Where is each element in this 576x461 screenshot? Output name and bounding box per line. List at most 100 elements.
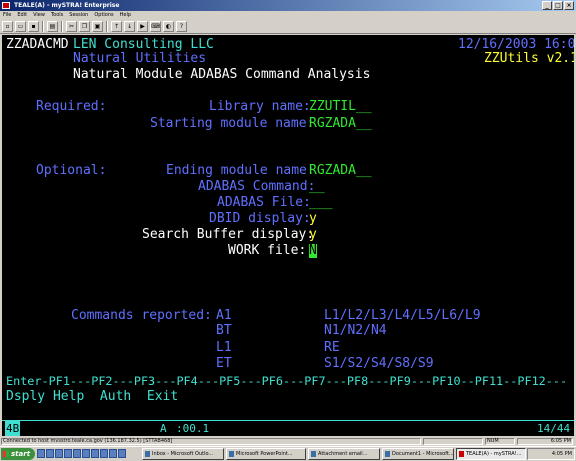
subtitle: Natural Utilities	[73, 51, 207, 66]
app-icon[interactable]	[73, 449, 81, 458]
command-code: ET	[216, 356, 232, 371]
connection-status: Connected to host mvsstro.teale.ca.gov (…	[1, 438, 421, 445]
pf-key-labels[interactable]: Dsply Help Auth Exit	[6, 390, 178, 404]
paste-icon[interactable]: ▣	[92, 21, 103, 32]
library-name-label: Library name:	[209, 99, 311, 114]
send-icon[interactable]: ↑	[111, 21, 122, 32]
taskbar-item-label: Document1 - Microsoft...	[392, 451, 454, 457]
adabas-command-label: ADABAS Command:	[198, 179, 316, 194]
work-file-label: WORK file:	[228, 243, 307, 258]
adabas-file-label: ADABAS File:	[217, 195, 311, 210]
starting-module-field[interactable]: RGZADA__	[309, 117, 372, 131]
mail-icon[interactable]	[55, 449, 63, 458]
connection-indicator: A	[160, 422, 167, 435]
version: ZZUtils v2.1	[484, 51, 574, 66]
taskbar-item-outlook[interactable]: Inbox - Microsoft Outlo...	[142, 448, 224, 460]
outlook-icon	[145, 451, 150, 457]
dbid-display-label: DBID display:	[209, 211, 311, 226]
copy-icon[interactable]: ❐	[79, 21, 90, 32]
maximize-button[interactable]: □	[553, 1, 563, 10]
required-section-label: Required:	[36, 99, 107, 114]
session-indicator: 4B	[5, 421, 21, 436]
app-icon[interactable]	[91, 449, 99, 458]
taskbar-clock: 4:05 PM	[551, 451, 572, 457]
receive-icon[interactable]: ↓	[124, 21, 135, 32]
menu-edit[interactable]: Edit	[17, 11, 27, 20]
app-icon	[2, 2, 10, 9]
status-time: 6:05 PM	[517, 438, 573, 445]
company-name: LEN Consulting LLC	[73, 37, 214, 52]
operator-info-area: 4B A :00.1 14/44	[2, 420, 574, 436]
powerpoint-icon	[229, 451, 234, 457]
keyboard-icon[interactable]: ⌨	[150, 21, 161, 32]
quick-launch	[37, 449, 126, 458]
toolbar: ▫ ▭ ▪ ▤ ✂ ❐ ▣ ↑ ↓ ▶ ⌨ ◐ ?	[0, 20, 576, 34]
taskbar-item-mystra[interactable]: TEALE(A) - mySTRA!...	[456, 448, 526, 460]
search-buffer-field[interactable]: y	[309, 228, 317, 242]
num-lock-indicator: NUM	[485, 438, 515, 445]
taskbar-item-word[interactable]: Document1 - Microsoft...	[382, 448, 454, 460]
app-icon[interactable]	[82, 449, 90, 458]
title-bar: TEALE(A) - mySTRA! Enterprise _ □ ×	[0, 0, 576, 11]
command-list: L1/L2/L3/L4/L5/L6/L9	[324, 308, 481, 323]
desktop-icon[interactable]	[37, 449, 45, 458]
window-title: TEALE(A) - mySTRA! Enterprise	[14, 2, 120, 9]
pf-key-line: Enter-PF1---PF2---PF3---PF4---PF5---PF6-…	[6, 374, 568, 388]
open-icon[interactable]: ▭	[15, 21, 26, 32]
optional-section-label: Optional:	[36, 163, 107, 178]
new-session-icon[interactable]: ▫	[2, 21, 13, 32]
menu-tools[interactable]: Tools	[51, 11, 63, 20]
explorer-icon[interactable]	[64, 449, 72, 458]
close-button[interactable]: ×	[564, 1, 574, 10]
minimize-button[interactable]: _	[542, 1, 552, 10]
app-icon[interactable]	[100, 449, 108, 458]
taskbar-item-label: Inbox - Microsoft Outlo...	[152, 451, 214, 457]
menu-options[interactable]: Options	[94, 11, 113, 20]
colors-icon[interactable]: ◐	[163, 21, 174, 32]
search-buffer-label: Search Buffer display:	[142, 227, 315, 242]
work-file-field[interactable]: N	[309, 244, 317, 258]
help-icon[interactable]: ?	[176, 21, 187, 32]
status-bar: Connected to host mvsstro.teale.ca.gov (…	[0, 437, 576, 446]
app-icon[interactable]	[109, 449, 117, 458]
taskbar-item-label: Attachment email...	[318, 451, 368, 457]
ending-module-label: Ending module name:	[166, 163, 315, 178]
adabas-file-field[interactable]: ___	[309, 196, 332, 210]
browser-icon[interactable]	[46, 449, 54, 458]
save-icon[interactable]: ▪	[28, 21, 39, 32]
command-list: RE	[324, 340, 340, 355]
command-code: BT	[216, 323, 232, 338]
cut-icon[interactable]: ✂	[66, 21, 77, 32]
starting-module-label: Starting module name:	[150, 116, 315, 131]
program-id: ZZADACMD	[6, 37, 69, 52]
adabas-command-field[interactable]: __	[309, 180, 325, 194]
toolbar-separator	[106, 21, 108, 32]
menu-help[interactable]: Help	[120, 11, 131, 20]
mail-icon	[311, 451, 316, 457]
menu-file[interactable]: File	[3, 11, 11, 20]
status-panel-empty	[423, 438, 483, 445]
terminal-icon	[459, 451, 464, 457]
menu-view[interactable]: View	[33, 11, 45, 20]
toolbar-separator	[42, 21, 44, 32]
menu-session[interactable]: Session	[69, 11, 88, 20]
taskbar-item-label: TEALE(A) - mySTRA!...	[466, 451, 522, 457]
toolbar-separator	[61, 21, 63, 32]
word-icon	[385, 451, 390, 457]
print-icon[interactable]: ▤	[47, 21, 58, 32]
ending-module-field[interactable]: RGZADA__	[309, 164, 372, 178]
cursor-position: 14/44	[537, 422, 571, 435]
taskbar-item-powerpoint[interactable]: Microsoft PowerPoint...	[226, 448, 306, 460]
start-button[interactable]: start	[1, 448, 35, 460]
terminal-screen[interactable]: ZZADACMD LEN Consulting LLC 12/16/2003 1…	[2, 35, 574, 420]
taskbar-item-attachment[interactable]: Attachment email...	[308, 448, 380, 460]
command-list: S1/S2/S4/S8/S9	[324, 356, 434, 371]
system-tray: 4:05 PM	[527, 448, 575, 460]
taskbar-item-label: Microsoft PowerPoint...	[236, 451, 293, 457]
commands-reported-label: Commands reported:	[71, 308, 212, 323]
library-name-field[interactable]: ZZUTIL__	[309, 100, 372, 114]
macro-icon[interactable]: ▶	[137, 21, 148, 32]
dbid-display-field[interactable]: y	[309, 212, 317, 226]
windows-logo-icon	[3, 451, 9, 457]
app-icon[interactable]	[118, 449, 126, 458]
